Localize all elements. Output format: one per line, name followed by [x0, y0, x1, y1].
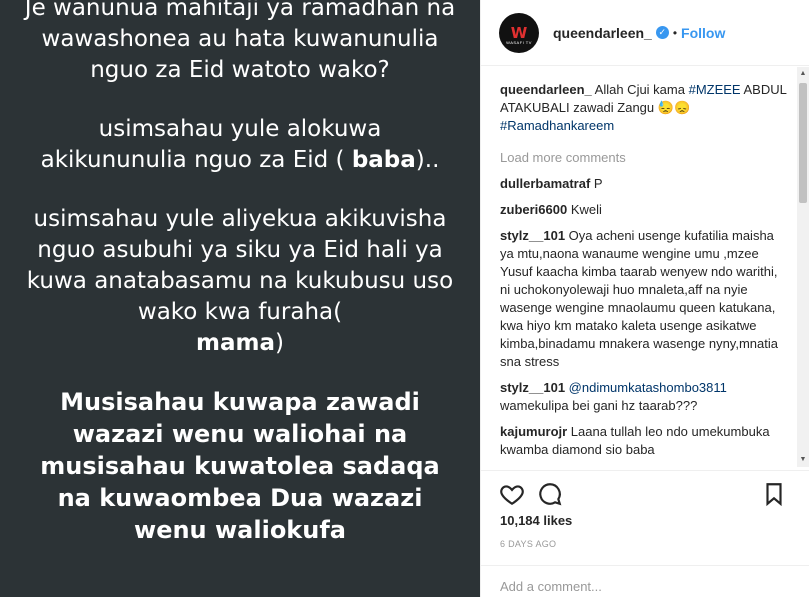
comment-item: stylz__101 @ndimumkatashombo3811 wamekul… — [500, 379, 797, 415]
comment-username[interactable]: kajumurojr — [500, 424, 567, 439]
caption-text-pre: Allah Cjui kama — [591, 82, 689, 97]
post-timestamp[interactable]: 6 DAYS AGO — [500, 539, 556, 549]
comment-username[interactable]: zuberi6600 — [500, 202, 567, 217]
image-text-3-post: ) — [275, 330, 284, 356]
like-count[interactable]: 10,184 likes — [500, 513, 572, 528]
caption-username[interactable]: queendarleen_ — [500, 82, 592, 97]
post-caption: queendarleen_ Allah Cjui kama #MZEEE ABD… — [500, 81, 797, 135]
post-actions — [481, 470, 809, 514]
post-image[interactable]: Je wanunua mahitaji ya ramadhan na wawas… — [0, 0, 480, 597]
comments-scrollbar[interactable]: ▲ ▼ — [797, 67, 809, 467]
bookmark-icon[interactable] — [761, 481, 787, 507]
scroll-thumb[interactable] — [799, 83, 807, 203]
image-text-line-1: Je wanunua mahitaji ya ramadhan na wawas… — [24, 0, 456, 83]
post-side-panel: W WASAFI TV queendarleen_ ✓ • Follow que… — [480, 0, 809, 597]
image-text-paragraph-2: usimsahau yule alokuwa akikununulia nguo… — [0, 114, 480, 176]
image-text-3-pre: usimsahau yule aliyekua akikuvisha nguo … — [26, 206, 454, 325]
comment-username[interactable]: stylz__101 — [500, 380, 565, 395]
caption-hashtag-1[interactable]: #MZEEE — [689, 82, 741, 97]
separator-dot: • — [672, 25, 678, 40]
comment-mention[interactable]: @ndimumkatashombo3811 — [565, 380, 727, 395]
image-text-2-pre: usimsahau yule alokuwa akikununulia nguo… — [40, 116, 382, 173]
scroll-up-arrow-icon[interactable]: ▲ — [797, 67, 809, 81]
image-text-paragraph-4: Musisahau kuwapa zawadi wazazi wenu wali… — [40, 388, 440, 544]
comment-item: zuberi6600 Kweli — [500, 201, 797, 219]
avatar-logo-sub: WASAFI TV — [506, 39, 532, 45]
load-more-comments-button[interactable]: Load more comments — [500, 149, 797, 167]
add-comment-bar — [481, 565, 809, 597]
comment-text: Kweli — [567, 202, 602, 217]
image-text-2-bold: baba — [351, 147, 416, 173]
image-text-2-post: ).. — [415, 147, 440, 173]
comment-text: Oya acheni usenge kufatilia maisha ya mt… — [500, 228, 778, 369]
follow-button[interactable]: Follow — [681, 25, 725, 41]
comment-bubble-icon[interactable] — [537, 481, 563, 507]
comment-item: stylz__101 Oya acheni usenge kufatilia m… — [500, 227, 797, 371]
verified-badge-icon: ✓ — [655, 26, 669, 39]
comment-text: wamekulipa bei gani hz taarab??? — [500, 398, 698, 413]
header-username[interactable]: queendarleen_ — [553, 25, 652, 41]
post-header: W WASAFI TV queendarleen_ ✓ • Follow — [481, 0, 809, 66]
caption-hashtag-2[interactable]: #Ramadhankareem — [500, 118, 614, 133]
image-text-paragraph-3: usimsahau yule aliyekua akikuvisha nguo … — [0, 204, 480, 359]
comments-list[interactable]: queendarleen_ Allah Cjui kama #MZEEE ABD… — [481, 67, 797, 467]
heart-icon[interactable] — [499, 481, 525, 507]
comment-username[interactable]: stylz__101 — [500, 228, 565, 243]
add-comment-input[interactable] — [500, 579, 780, 594]
image-text-3-bold: mama — [196, 330, 275, 356]
comment-text: P — [590, 176, 603, 191]
comment-item: kajumurojr Laana tullah leo ndo umekumbu… — [500, 423, 797, 459]
comment-item: dullerbamatraf P — [500, 175, 797, 193]
scroll-down-arrow-icon[interactable]: ▼ — [797, 453, 809, 467]
comment-username[interactable]: dullerbamatraf — [500, 176, 590, 191]
avatar[interactable]: W WASAFI TV — [499, 12, 539, 53]
